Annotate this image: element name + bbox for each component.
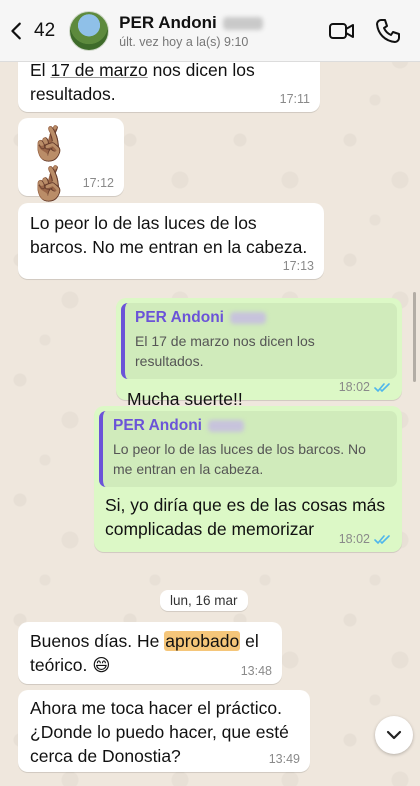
quoted-message[interactable]: PER Andoni El 17 de marzo nos dicen los … — [121, 303, 397, 379]
video-camera-icon — [329, 22, 354, 39]
chevron-down-icon — [386, 730, 402, 740]
highlighted-word: aprobado — [164, 631, 241, 651]
message-bubble-incoming[interactable]: 🤞🏽 🤞🏽 17:12 — [18, 118, 124, 203]
date-separator: lun, 16 mar — [160, 590, 248, 611]
phone-icon — [376, 18, 400, 43]
message-time: 17:11 — [279, 92, 310, 106]
read-receipt-icon — [374, 382, 390, 392]
contact-info[interactable]: PER Andoni últ. vez hoy a la(s) 9:10 — [119, 13, 328, 49]
message-text: El 17 de marzo nos dicen los resultados. — [30, 60, 255, 104]
date-link[interactable]: 17 de marzo — [50, 60, 147, 80]
avatar[interactable] — [69, 10, 110, 51]
message-text: Ahora me toca hacer el práctico. ¿Donde … — [30, 698, 289, 766]
unread-count: 42 — [34, 19, 56, 41]
message-time: 13:49 — [268, 752, 300, 766]
crossed-fingers-emoji: 🤞🏽 🤞🏽 — [28, 125, 71, 203]
voice-call-button[interactable] — [374, 17, 402, 45]
message-text: Lo peor lo de las luces de los barcos. N… — [30, 213, 308, 257]
read-receipt-icon — [374, 534, 390, 544]
message-bubble-outgoing[interactable]: PER Andoni Lo peor lo de las luces de lo… — [94, 406, 402, 552]
quoted-sender: PER Andoni — [135, 309, 224, 326]
message-bubble-incoming[interactable]: Ahora me toca hacer el práctico. ¿Donde … — [18, 690, 310, 772]
video-call-button[interactable] — [328, 17, 356, 45]
message-time: 13:48 — [240, 664, 272, 678]
back-button[interactable]: 42 — [6, 20, 55, 42]
quoted-message[interactable]: PER Andoni Lo peor lo de las luces de lo… — [99, 411, 397, 487]
message-time: 18:02 — [339, 532, 392, 546]
message-bubble-outgoing[interactable]: PER Andoni El 17 de marzo nos dicen los … — [116, 298, 402, 409]
quoted-sender: PER Andoni — [113, 417, 202, 434]
scroll-to-bottom-button[interactable] — [375, 716, 413, 754]
message-bubble-incoming[interactable]: Lo peor lo de las luces de los barcos. N… — [18, 203, 324, 279]
message-time: 17:13 — [282, 259, 314, 273]
scrollbar[interactable] — [413, 292, 416, 382]
chat-header: 42 PER Andoni últ. vez hoy a la(s) 9:10 — [0, 0, 420, 62]
chevron-left-icon — [11, 22, 21, 39]
quoted-text: Lo peor lo de las luces de los barcos. N… — [113, 441, 366, 477]
redacted-surname — [229, 311, 266, 324]
contact-name: PER Andoni — [119, 12, 217, 32]
quoted-text: El 17 de marzo nos dicen los resultados. — [135, 333, 315, 369]
message-time: 18:02 — [339, 380, 392, 394]
message-text: Buenos días. He aprobado el teórico. 😄 — [30, 631, 259, 675]
message-time: 17:12 — [82, 176, 114, 190]
redacted-surname — [207, 419, 244, 432]
last-seen-status: últ. vez hoy a la(s) 9:10 — [119, 34, 249, 49]
message-bubble-incoming[interactable]: Buenos días. He aprobado el teórico. 😄 1… — [18, 622, 282, 684]
redacted-surname — [222, 16, 263, 30]
